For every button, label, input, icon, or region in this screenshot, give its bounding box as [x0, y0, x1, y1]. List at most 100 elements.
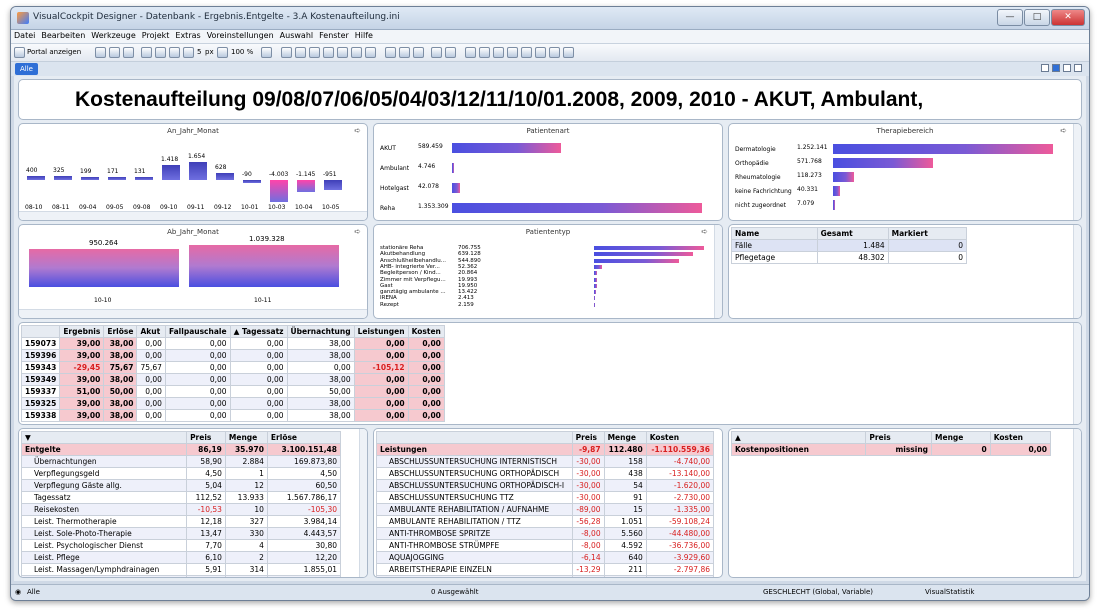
export-arrow-icon[interactable]: ➪	[1060, 126, 1067, 135]
horizontal-scrollbar[interactable]	[19, 211, 367, 220]
table-row[interactable]: Fälle 1.484 0	[731, 239, 968, 252]
vertical-scrollbar[interactable]	[1073, 124, 1081, 220]
table-row[interactable]: Leist. Pflege 6,10 2 12,20	[20, 551, 342, 564]
view-split-icon[interactable]	[1063, 64, 1071, 72]
portal-button[interactable]: Portal anzeigen	[27, 48, 81, 56]
table-row[interactable]: Übernachtungen 58,90 2.884 169.873,80	[20, 455, 342, 468]
table-row[interactable]: Leist. Thermotherapie 12,18 327 3.984,14	[20, 515, 342, 528]
panel-therapiebereich[interactable]: Therapiebereich ➪ Dermatologie 1.252.141 O…	[728, 123, 1082, 221]
status-statistic[interactable]: VisualStatistik	[925, 588, 974, 596]
column-header[interactable]	[20, 325, 61, 338]
col-gesamt[interactable]: Gesamt	[816, 227, 889, 240]
menu-datei[interactable]: Datei	[11, 30, 38, 41]
table-row[interactable]: Leist. Sole-Photo-Therapie 13,47 330 4.443,…	[20, 527, 342, 540]
shapes-icon[interactable]	[465, 47, 476, 58]
view-single-icon[interactable]	[1041, 64, 1049, 72]
menu-projekt[interactable]: Projekt	[139, 30, 173, 41]
panel-summary[interactable]: Name Gesamt Markiert Fälle 1.484 0 Pflegetag…	[728, 224, 1082, 319]
sort-icon[interactable]	[155, 47, 166, 58]
page-icon[interactable]	[431, 47, 442, 58]
frame-icon[interactable]	[365, 47, 376, 58]
table-row[interactable]: Leistungen -9,87 112.480 -1.110.559,36	[376, 443, 715, 456]
line-chart-icon[interactable]	[309, 47, 320, 58]
table-row[interactable]: 159073 39,00 38,00 0,00 0,00 0,00 38,00 0,00 0,0…	[20, 337, 445, 350]
export-icon[interactable]	[521, 47, 532, 58]
bar-chart-icon[interactable]	[295, 47, 306, 58]
zoom-level[interactable]: 100 %	[231, 48, 253, 56]
panel-ab-jahr-monat[interactable]: Ab_Jahr_Monat ➪ 950.264 10-10 1.039.328 10-…	[18, 224, 368, 319]
table-row[interactable]: ARBEITSTHERAPIE EINZELN -13,29 211 -2.797,8…	[376, 563, 715, 576]
column-header[interactable]: Menge	[224, 431, 268, 444]
panel-kostenpositionen[interactable]: ▲ Preis Menge Kosten Kostenpositionen missing…	[728, 428, 1082, 578]
minimize-button[interactable]: —	[997, 9, 1023, 26]
column-header[interactable]: Preis	[571, 431, 605, 444]
folder-icon[interactable]	[123, 47, 134, 58]
table-row[interactable]: AMBULANTE REHABILITATION / AUFNAHME -89,0…	[376, 503, 715, 516]
table-row[interactable]: ANTI-THROMBOSE SPRITZE -8,00 5.560 -44.480,…	[376, 527, 715, 540]
menu-hilfe[interactable]: Hilfe	[352, 30, 376, 41]
close-button[interactable]: ✕	[1051, 9, 1085, 26]
column-header[interactable]	[376, 431, 573, 444]
panel-an-jahr-monat[interactable]: An_Jahr_Monat ➪ 400 08-10 325 08-11 199 09-04…	[18, 123, 368, 221]
column-header[interactable]: Erlöse	[103, 325, 138, 338]
column-header[interactable]: Kosten	[645, 431, 715, 444]
table-row[interactable]: 159349 39,00 38,00 0,00 0,00 0,00 38,00 0,00 0,0…	[20, 373, 445, 386]
table-row[interactable]: Verpflegungsgeld 4,50 1 4,50	[20, 467, 342, 480]
column-chart-icon[interactable]	[337, 47, 348, 58]
calculator-icon[interactable]	[385, 47, 396, 58]
column-header[interactable]: Kosten	[407, 325, 445, 338]
tab-alle[interactable]: Alle	[15, 63, 38, 75]
panel-patientenart[interactable]: Patientenart AKUT 589.459 Ambulant 4.746 Hot…	[373, 123, 723, 221]
column-header[interactable]: ▲ Tagessatz	[229, 325, 288, 338]
table-row[interactable]: Leist. Massagen/Lymphdrainagen 5,91 314 1.8…	[20, 563, 342, 576]
column-header[interactable]: Fallpauschale	[164, 325, 231, 338]
column-header[interactable]: ▲	[730, 431, 867, 444]
table-row[interactable]: Preis Menge Kosten	[376, 431, 715, 444]
table-row[interactable]: Leist. Krankengymnastik29,662.07161.428,…	[20, 575, 342, 577]
filter-icon[interactable]	[169, 47, 180, 58]
table-row[interactable]: Verpflegung Gäste allg. 5,04 12 60,50	[20, 479, 342, 492]
view-grid-icon[interactable]	[1052, 64, 1060, 72]
menu-voreinstellungen[interactable]: Voreinstellungen	[204, 30, 277, 41]
menu-auswahl[interactable]: Auswahl	[277, 30, 316, 41]
scatter-icon[interactable]	[351, 47, 362, 58]
table-row[interactable]: ANTI-THROMBOSE STRÜMPFE -8,00 4.592 -36.736…	[376, 539, 715, 552]
column-header[interactable]: ▼	[20, 431, 188, 444]
table-row[interactable]: ▼ Preis Menge Erlöse	[20, 431, 342, 444]
column-header[interactable]: Übernachtung	[286, 325, 355, 338]
vertical-scrollbar[interactable]	[1073, 323, 1081, 424]
column-header[interactable]: Erlöse	[266, 431, 342, 444]
status-variable[interactable]: GESCHLECHT (Global, Variable)	[763, 588, 873, 596]
size-value[interactable]: 5	[197, 48, 201, 56]
table-row[interactable]: ABSCHLUSSUNTERSUCHUNG INTERNISTISCH -30,0…	[376, 455, 715, 468]
table-row[interactable]: 159325 39,00 38,00 0,00 0,00 0,00 38,00 0,00 0,0…	[20, 397, 445, 410]
column-header[interactable]: Menge	[603, 431, 647, 444]
table-row[interactable]: Pflegetage 48.302 0	[731, 251, 968, 264]
table-row[interactable]: Tagessatz 112,52 13.933 1.567.786,17	[20, 491, 342, 504]
diamond-icon[interactable]	[445, 47, 456, 58]
column-header[interactable]: Preis	[186, 431, 226, 444]
table-row[interactable]: Ergebnis Erlöse Akut Fallpauschale ▲ Tagessa…	[20, 325, 445, 338]
menu-werkzeuge[interactable]: Werkzeuge	[88, 30, 138, 41]
vertical-scrollbar[interactable]	[1073, 225, 1081, 318]
save-icon[interactable]	[109, 47, 120, 58]
vertical-scrollbar[interactable]	[714, 225, 722, 318]
zoom-icon[interactable]	[217, 47, 228, 58]
menu-bearbeiten[interactable]: Bearbeiten	[38, 30, 88, 41]
search-plus-icon[interactable]	[507, 47, 518, 58]
panel-leistungen[interactable]: Preis Menge Kosten Leistungen -9,87 112.480 -1…	[373, 428, 723, 578]
column-header[interactable]: Menge	[931, 431, 991, 444]
table-row[interactable]: Entgelte 86,19 35.970 3.100.151,48	[20, 443, 342, 456]
table-row[interactable]: Leist. Psychologischer Dienst 7,70 4 30,80	[20, 539, 342, 552]
column-header[interactable]: Ergebnis	[59, 325, 105, 338]
table-row[interactable]: AQUAJOGGING -6,14 640 -3.929,60	[376, 551, 715, 564]
table-row[interactable]: 159338 39,00 38,00 0,00 0,00 0,00 38,00 0,00 0,0…	[20, 409, 445, 422]
vertical-scrollbar[interactable]	[359, 429, 367, 577]
print-icon[interactable]	[413, 47, 424, 58]
report-icon[interactable]	[535, 47, 546, 58]
layout-icon[interactable]	[563, 47, 574, 58]
table-row[interactable]: AMBULANTE REHABILITATION / TTZ -56,28 1.05…	[376, 515, 715, 528]
horizontal-scrollbar[interactable]	[19, 309, 367, 318]
column-header[interactable]: Leistungen	[353, 325, 409, 338]
export-arrow-icon[interactable]: ➪	[701, 227, 708, 236]
